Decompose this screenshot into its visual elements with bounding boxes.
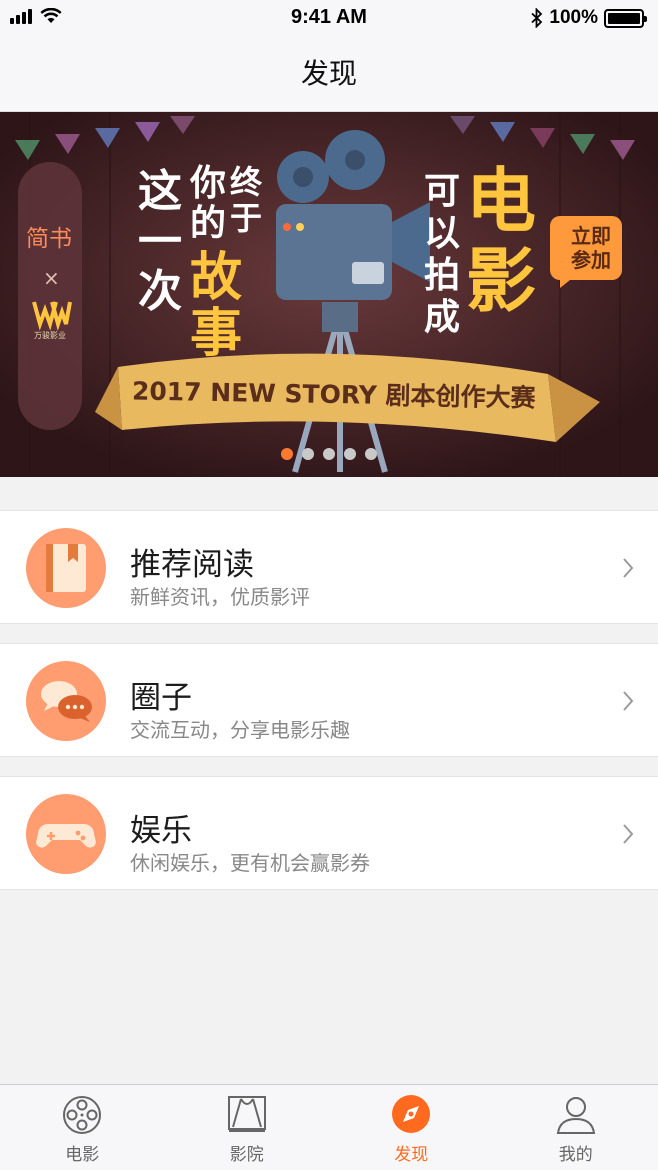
headline-char: 影 <box>466 240 536 322</box>
list-item-circle[interactable]: 圈子 交流互动，分享电影乐趣 <box>0 643 658 757</box>
headline-char: 成 <box>424 297 461 338</box>
chevron-right-icon <box>623 691 634 711</box>
wanjun-logo-icon: 万骏影业 <box>32 301 72 340</box>
nav-bar: 发现 <box>0 36 658 112</box>
page-title: 发现 <box>300 57 357 90</box>
film-reel-icon <box>63 1096 102 1134</box>
icon-circle <box>26 661 106 741</box>
pager-dot[interactable] <box>344 448 356 460</box>
headline-char: 故 <box>190 248 243 308</box>
compass-icon <box>392 1095 431 1133</box>
tab-bar: 电影 影院 发现 我的 <box>0 1084 658 1170</box>
tab-cinemas[interactable]: 影院 <box>165 1085 330 1170</box>
headline-char: 于 <box>230 199 263 237</box>
icon-circle <box>26 794 106 874</box>
pager-dot[interactable] <box>302 448 314 460</box>
gamepad-icon <box>36 824 96 848</box>
headline-char: 你 <box>190 163 227 204</box>
headline-char: 一 <box>138 216 182 267</box>
book-icon <box>46 544 86 592</box>
promo-banner[interactable]: 简书 × 万骏影业 这 一 次 你 的 终 于 故 事 可 以 拍 成 电 影 … <box>0 112 658 477</box>
chevron-right-icon <box>623 558 634 578</box>
banner-brand-times: × <box>43 266 60 290</box>
cinema-icon <box>227 1096 266 1132</box>
headline-char: 电 <box>466 160 536 242</box>
tab-movies[interactable]: 电影 <box>0 1085 165 1170</box>
battery-icon <box>604 8 647 28</box>
headline-char: 终 <box>230 163 263 201</box>
list-item-title: 娱乐 <box>130 813 192 849</box>
list-item-title: 推荐阅读 <box>130 547 254 583</box>
list-item-subtitle: 交流互动，分享电影乐趣 <box>130 718 350 742</box>
banner-brand-jianshu: 简书 <box>26 226 72 252</box>
pager-dot[interactable] <box>365 448 377 460</box>
join-now-label: 立即参加 <box>571 224 611 272</box>
tab-label: 影院 <box>229 1145 264 1165</box>
headline-char: 以 <box>424 213 461 254</box>
icon-circle <box>26 528 106 608</box>
status-bar: 9:41 AM 100% <box>0 0 658 36</box>
list-item-recommended-reading[interactable]: 推荐阅读 新鲜资讯，优质影评 <box>0 510 658 624</box>
headline-char: 的 <box>190 203 227 244</box>
headline-char: 可 <box>424 171 461 212</box>
banner-pager[interactable] <box>0 448 658 460</box>
headline-char: 事 <box>190 304 243 364</box>
user-icon <box>556 1097 595 1134</box>
headline-char: 这 <box>138 166 182 217</box>
list-item-title: 圈子 <box>130 680 192 716</box>
banner-artwork <box>0 112 658 477</box>
chat-bubbles-icon <box>41 681 92 722</box>
headline-char: 次 <box>138 266 182 317</box>
battery-percent: 100% <box>549 7 598 28</box>
svg-text:万骏影业: 万骏影业 <box>34 330 66 340</box>
pager-dot[interactable] <box>281 448 293 460</box>
join-now-button[interactable]: 立即参加 <box>560 216 622 280</box>
chevron-right-icon <box>623 824 634 844</box>
list-item-subtitle: 休闲娱乐，更有机会赢影券 <box>130 851 370 875</box>
pager-dot[interactable] <box>323 448 335 460</box>
bluetooth-icon <box>531 8 543 28</box>
banner-ribbon-text: 2017 NEW STORY 剧本创作大赛 <box>131 376 536 413</box>
tab-me[interactable]: 我的 <box>494 1085 658 1170</box>
list-item-subtitle: 新鲜资讯，优质影评 <box>130 585 310 609</box>
tab-label: 我的 <box>558 1145 593 1165</box>
tab-discover[interactable]: 发现 <box>329 1085 494 1170</box>
tab-label: 发现 <box>394 1145 429 1165</box>
list-item-entertainment[interactable]: 娱乐 休闲娱乐，更有机会赢影券 <box>0 776 658 890</box>
headline-char: 拍 <box>424 255 461 296</box>
tab-label: 电影 <box>65 1145 100 1165</box>
